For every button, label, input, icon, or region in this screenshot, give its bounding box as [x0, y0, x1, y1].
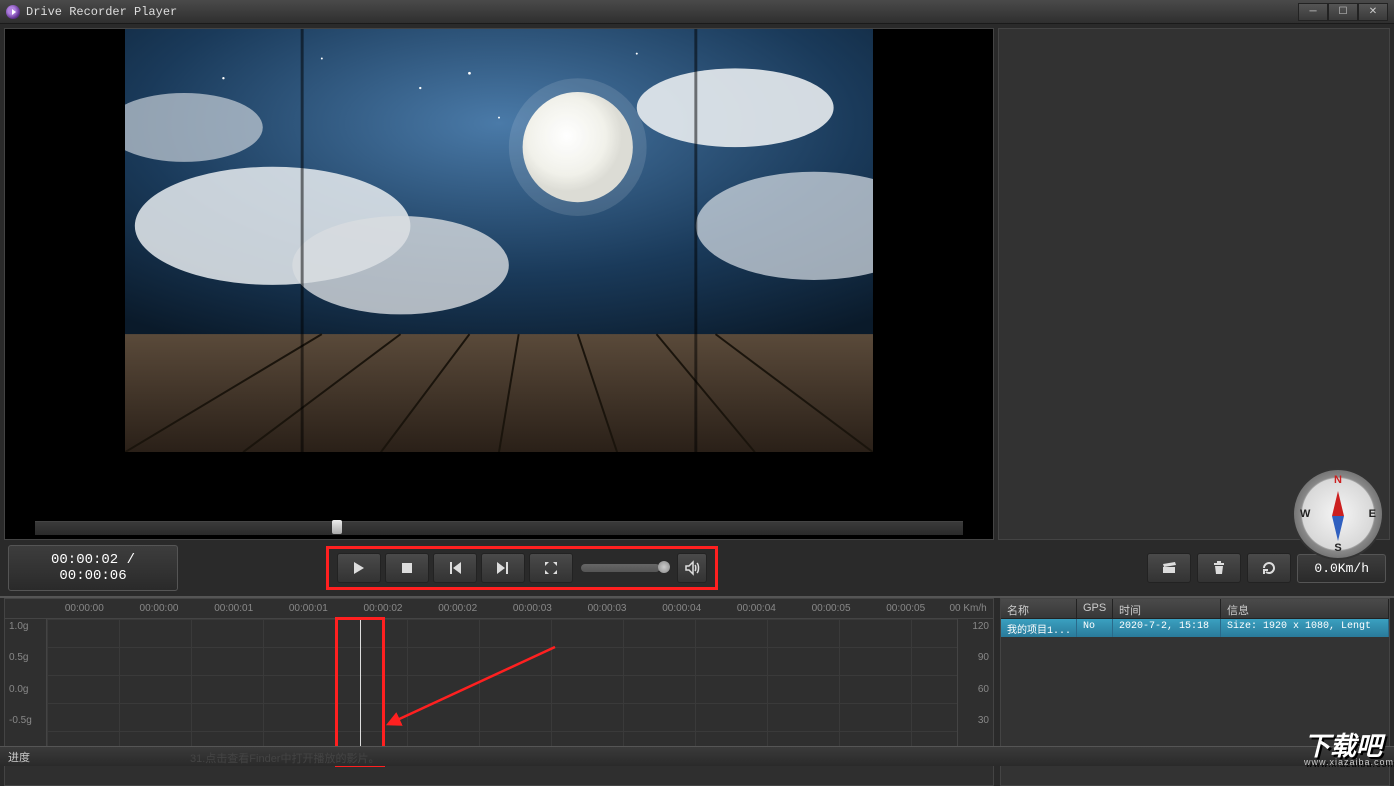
minimize-button[interactable]: ─ [1298, 3, 1328, 21]
video-frame [125, 29, 873, 452]
volume-button[interactable] [677, 553, 707, 583]
app-title: Drive Recorder Player [26, 5, 177, 19]
stop-icon [399, 560, 415, 576]
compass-e: E [1369, 508, 1376, 520]
compass-needle [1336, 491, 1340, 541]
delete-button[interactable] [1197, 553, 1241, 583]
control-bar: 00:00:02 / 00:00:06 0.0Km/h [0, 544, 1394, 592]
timeline-tick: 00:00:05 [868, 603, 943, 614]
video-scrubber[interactable] [35, 521, 963, 535]
play-button[interactable] [337, 553, 381, 583]
video-viewport[interactable] [5, 29, 993, 521]
compass-n: N [1334, 474, 1342, 486]
prev-button[interactable] [433, 553, 477, 583]
timeline-tick: 00:00:05 [794, 603, 869, 614]
close-button[interactable]: ✕ [1358, 3, 1388, 21]
timeline-unit: 00 Km/h [943, 603, 993, 614]
titlebar: Drive Recorder Player ─ ☐ ✕ [0, 0, 1394, 24]
clapper-icon [1161, 560, 1177, 576]
table-row[interactable]: 我的项目1...No2020-7-2, 15:18Size: 1920 x 10… [1001, 619, 1389, 637]
refresh-button[interactable] [1247, 553, 1291, 583]
app-icon [6, 5, 20, 19]
timeline-tick: 00:00:01 [196, 603, 271, 614]
th-name[interactable]: 名称 [1001, 599, 1077, 618]
watermark: 下载吧www.xiazaiba.com [1304, 735, 1394, 766]
g-axis: 1.0g0.5g0.0g-0.5g-1.0g [5, 619, 47, 759]
timeline-tick: 00:00:03 [570, 603, 645, 614]
time-display: 00:00:02 / 00:00:06 [8, 545, 178, 591]
compass: N S E W [1292, 468, 1384, 560]
next-button[interactable] [481, 553, 525, 583]
table-header: 名称 GPS 时间 信息 [1001, 599, 1389, 619]
timeline-ticks: 00:00:0000:00:0000:00:0100:00:0100:00:02… [5, 599, 993, 619]
th-info[interactable]: 信息 [1221, 599, 1389, 618]
compass-w: W [1300, 508, 1310, 520]
stop-button[interactable] [385, 553, 429, 583]
timeline-tick: 00:00:00 [47, 603, 122, 614]
speaker-icon [684, 560, 700, 576]
play-icon [351, 560, 367, 576]
refresh-icon [1261, 560, 1277, 576]
snapshot-button[interactable] [1147, 553, 1191, 583]
timeline-tick: 00:00:04 [719, 603, 794, 614]
progress-label: 进度 [8, 752, 30, 764]
speed-axis: 1209060300 [957, 619, 993, 759]
fullscreen-icon [543, 560, 559, 576]
skip-prev-icon [447, 560, 463, 576]
fullscreen-button[interactable] [529, 553, 573, 583]
timeline-tick: 00:00:02 [346, 603, 421, 614]
timeline-tick: 00:00:00 [122, 603, 197, 614]
skip-next-icon [495, 560, 511, 576]
timeline-tick: 00:00:03 [495, 603, 570, 614]
timeline-tick: 00:00:02 [420, 603, 495, 614]
th-time[interactable]: 时间 [1113, 599, 1221, 618]
trash-icon [1211, 560, 1227, 576]
overlay-text: 31.点击查看Finder中打开播放的影片。 [190, 750, 379, 766]
scrubber-handle[interactable] [332, 520, 342, 534]
playback-controls-group [326, 546, 718, 590]
compass-s: S [1334, 542, 1341, 554]
arrow-annotation [375, 641, 575, 731]
timeline-tick: 00:00:04 [644, 603, 719, 614]
volume-knob[interactable] [658, 561, 670, 573]
map-panel [998, 28, 1390, 540]
maximize-button[interactable]: ☐ [1328, 3, 1358, 21]
th-gps[interactable]: GPS [1077, 599, 1113, 618]
video-panel [4, 28, 994, 540]
timeline-tick: 00:00:01 [271, 603, 346, 614]
volume-slider[interactable] [581, 564, 669, 572]
playhead-line [360, 620, 361, 764]
